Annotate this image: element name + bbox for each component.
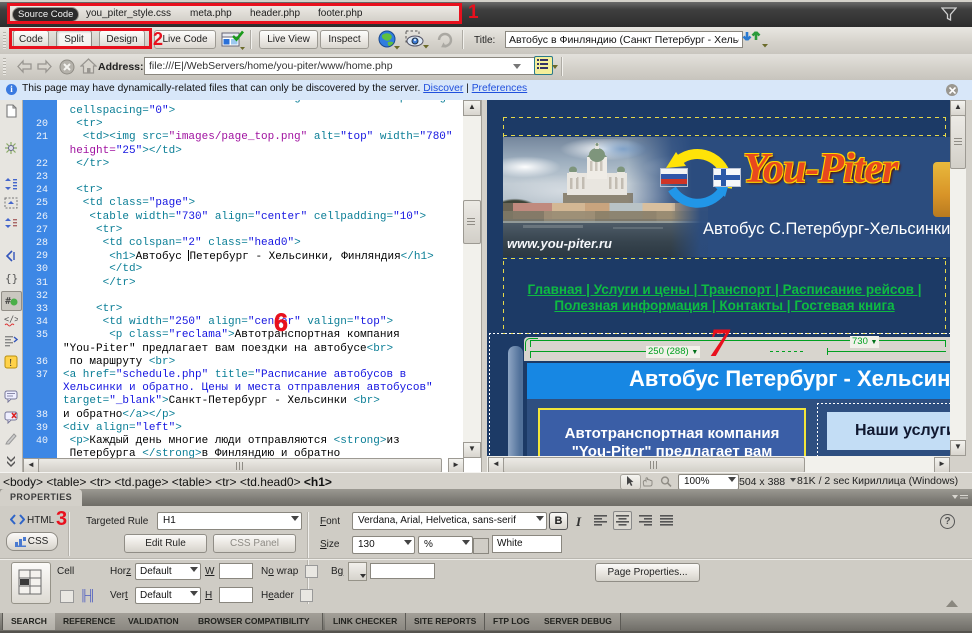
svg-text:!: ! — [9, 358, 12, 369]
svg-text:{}: {} — [5, 272, 18, 285]
svg-text:</>: </> — [4, 315, 18, 325]
svg-text:#: # — [5, 296, 11, 307]
